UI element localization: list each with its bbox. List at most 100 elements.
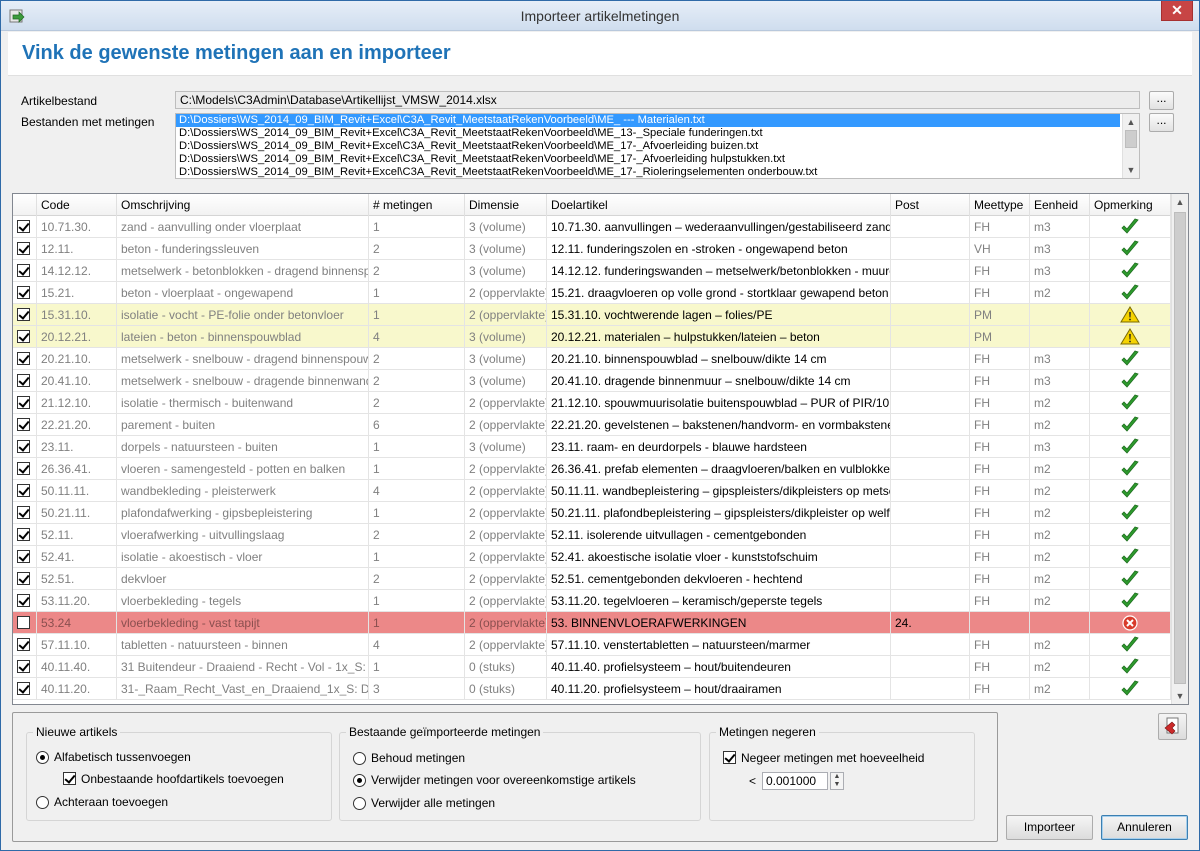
column-opmerking[interactable]: Opmerking: [1090, 194, 1171, 216]
row-checkbox[interactable]: [17, 594, 30, 607]
table-row[interactable]: 57.11.10. tabletten - natuursteen - binne…: [13, 634, 1171, 656]
row-checkbox[interactable]: [17, 638, 30, 651]
row-checkbox[interactable]: [17, 264, 30, 277]
row-checkbox[interactable]: [17, 330, 30, 343]
table-row[interactable]: 21.12.10. isolatie - thermisch - buitenwa…: [13, 392, 1171, 414]
column-doelartikel[interactable]: Doelartikel: [547, 194, 891, 216]
file-list-item[interactable]: D:\Dossiers\WS_2014_09_BIM_Revit+Excel\C…: [176, 140, 1120, 153]
cell-omschrijving: dekvloer: [117, 568, 369, 590]
column-eenheid[interactable]: Eenheid: [1030, 194, 1090, 216]
header-checkbox-col: [13, 194, 37, 216]
column-post[interactable]: Post: [891, 194, 970, 216]
column-meettype[interactable]: Meettype: [970, 194, 1030, 216]
threshold-input[interactable]: 0.001000: [762, 772, 828, 790]
row-checkbox[interactable]: [17, 440, 30, 453]
importeer-button[interactable]: Importeer: [1006, 815, 1093, 840]
threshold-stepper[interactable]: ▲ ▼: [830, 772, 844, 790]
file-list-item[interactable]: D:\Dossiers\WS_2014_09_BIM_Revit+Excel\C…: [176, 114, 1120, 127]
row-checkbox[interactable]: [17, 352, 30, 365]
close-button[interactable]: ✕: [1161, 1, 1193, 21]
table-row[interactable]: 22.21.20. parement - buiten 6 2 (oppervlakt…: [13, 414, 1171, 436]
row-checkbox[interactable]: [17, 616, 30, 629]
files-scrollbar[interactable]: ▲ ▼: [1122, 114, 1139, 178]
cell-post: [891, 546, 970, 568]
table-row[interactable]: 14.12.12. metselwerk - betonblokken - dra…: [13, 260, 1171, 282]
browse-bestanden-button[interactable]: ...: [1149, 113, 1174, 132]
table-row[interactable]: 15.21. beton - vloerplaat - ongewapend 1 2 …: [13, 282, 1171, 304]
column-metingen[interactable]: # metingen: [369, 194, 465, 216]
radio-behoud[interactable]: [353, 752, 366, 765]
row-checkbox[interactable]: [17, 286, 30, 299]
grid-scroll-up-icon[interactable]: ▲: [1172, 194, 1188, 210]
table-row[interactable]: 53.11.20. vloerbekleding - tegels 1 2 (oppe…: [13, 590, 1171, 612]
row-checkbox[interactable]: [17, 396, 30, 409]
table-row[interactable]: 26.36.41. vloeren - samengesteld - potten…: [13, 458, 1171, 480]
radio-achteraan[interactable]: [36, 796, 49, 809]
file-list-item[interactable]: D:\Dossiers\WS_2014_09_BIM_Revit+Excel\C…: [176, 153, 1120, 166]
cell-meettype: FH: [970, 678, 1030, 700]
table-row[interactable]: 53.24 vloerbekleding - vast tapijt 1 2 (opp…: [13, 612, 1171, 634]
row-checkbox[interactable]: [17, 682, 30, 695]
table-row[interactable]: 50.11.11. wandbekleding - pleisterwerk 4 2 …: [13, 480, 1171, 502]
radio-verwijder-alle-label[interactable]: Verwijder alle metingen: [371, 796, 495, 810]
checkbox-negeer-label[interactable]: Negeer metingen met hoeveelheid: [741, 751, 924, 765]
row-checkbox[interactable]: [17, 550, 30, 563]
radio-verwijder-alle[interactable]: [353, 797, 366, 810]
row-checkbox[interactable]: [17, 484, 30, 497]
row-checkbox[interactable]: [17, 528, 30, 541]
scroll-up-icon[interactable]: ▲: [1123, 114, 1139, 130]
row-checkbox[interactable]: [17, 220, 30, 233]
column-code[interactable]: Code: [37, 194, 117, 216]
radio-alfabetisch-label[interactable]: Alfabetisch tussenvoegen: [54, 750, 191, 764]
table-row[interactable]: 40.11.40. 31 Buitendeur - Draaiend - Rech…: [13, 656, 1171, 678]
table-row[interactable]: 52.41. isolatie - akoestisch - vloer 1 2 (o…: [13, 546, 1171, 568]
column-omschrijving[interactable]: Omschrijving: [117, 194, 369, 216]
table-row[interactable]: 20.21.10. metselwerk - snelbouw - dragend…: [13, 348, 1171, 370]
radio-achteraan-label[interactable]: Achteraan toevoegen: [54, 795, 168, 809]
file-list-item[interactable]: D:\Dossiers\WS_2014_09_BIM_Revit+Excel\C…: [176, 127, 1120, 140]
table-row[interactable]: 20.41.10. metselwerk - snelbouw - dragend…: [13, 370, 1171, 392]
file-list-item[interactable]: D:\Dossiers\WS_2014_09_BIM_Revit+Excel\C…: [176, 166, 1120, 178]
grid-scroll-down-icon[interactable]: ▼: [1172, 688, 1188, 704]
grid-scroll-thumb[interactable]: [1174, 212, 1186, 684]
checkbox-negeer[interactable]: [723, 751, 736, 764]
browse-artikelbestand-button[interactable]: ...: [1149, 91, 1174, 110]
stepper-up-icon[interactable]: ▲: [831, 773, 843, 781]
radio-verwijder-overeenkomstig[interactable]: [353, 774, 366, 787]
table-row[interactable]: 12.11. beton - funderingssleuven 2 3 (volum…: [13, 238, 1171, 260]
column-dimensie[interactable]: Dimensie: [465, 194, 547, 216]
table-row[interactable]: 20.12.21. lateien - beton - binnenspouwbl…: [13, 326, 1171, 348]
table-row[interactable]: 52.51. dekvloer 2 2 (oppervlakte) 52.51. cem…: [13, 568, 1171, 590]
table-row[interactable]: 10.71.30. zand - aanvulling onder vloerpl…: [13, 216, 1171, 238]
row-checkbox[interactable]: [17, 572, 30, 585]
grid-scrollbar[interactable]: ▲ ▼: [1171, 194, 1188, 704]
scroll-down-icon[interactable]: ▼: [1123, 162, 1139, 178]
cell-post: [891, 480, 970, 502]
checkbox-onbestaande-label[interactable]: Onbestaande hoofdartikels toevoegen: [81, 772, 284, 786]
row-checkbox[interactable]: [17, 374, 30, 387]
table-row[interactable]: 15.31.10. isolatie - vocht - PE-folie ond…: [13, 304, 1171, 326]
radio-alfabetisch[interactable]: [36, 751, 49, 764]
table-row[interactable]: 50.21.11. plafondafwerking - gipsbepleist…: [13, 502, 1171, 524]
checkbox-onbestaande[interactable]: [63, 772, 76, 785]
stepper-down-icon[interactable]: ▼: [831, 781, 843, 789]
table-row[interactable]: 23.11. dorpels - natuursteen - buiten 1 3 (…: [13, 436, 1171, 458]
measurement-files-list[interactable]: D:\Dossiers\WS_2014_09_BIM_Revit+Excel\C…: [175, 113, 1140, 179]
row-checkbox[interactable]: [17, 462, 30, 475]
table-row[interactable]: 40.11.20. 31-_Raam_Recht_Vast_en_Draaiend…: [13, 678, 1171, 700]
annuleren-button[interactable]: Annuleren: [1101, 815, 1188, 840]
row-checkbox[interactable]: [17, 660, 30, 673]
row-checkbox[interactable]: [17, 418, 30, 431]
radio-verwijder-overeenkomstig-label[interactable]: Verwijder metingen voor overeenkomstige …: [371, 773, 636, 787]
import-dialog: Importeer artikelmetingen ✕ Vink de gewe…: [0, 0, 1200, 851]
report-button[interactable]: [1158, 713, 1187, 740]
row-checkbox[interactable]: [17, 242, 30, 255]
cell-post: [891, 304, 970, 326]
cell-post: [891, 238, 970, 260]
row-checkbox[interactable]: [17, 506, 30, 519]
radio-behoud-label[interactable]: Behoud metingen: [371, 751, 465, 765]
scroll-thumb[interactable]: [1125, 130, 1137, 148]
row-checkbox[interactable]: [17, 308, 30, 321]
artikelbestand-path-field[interactable]: C:\Models\C3Admin\Database\Artikellijst_…: [175, 91, 1140, 109]
table-row[interactable]: 52.11. vloerafwerking - uitvullingslaag 2 2…: [13, 524, 1171, 546]
